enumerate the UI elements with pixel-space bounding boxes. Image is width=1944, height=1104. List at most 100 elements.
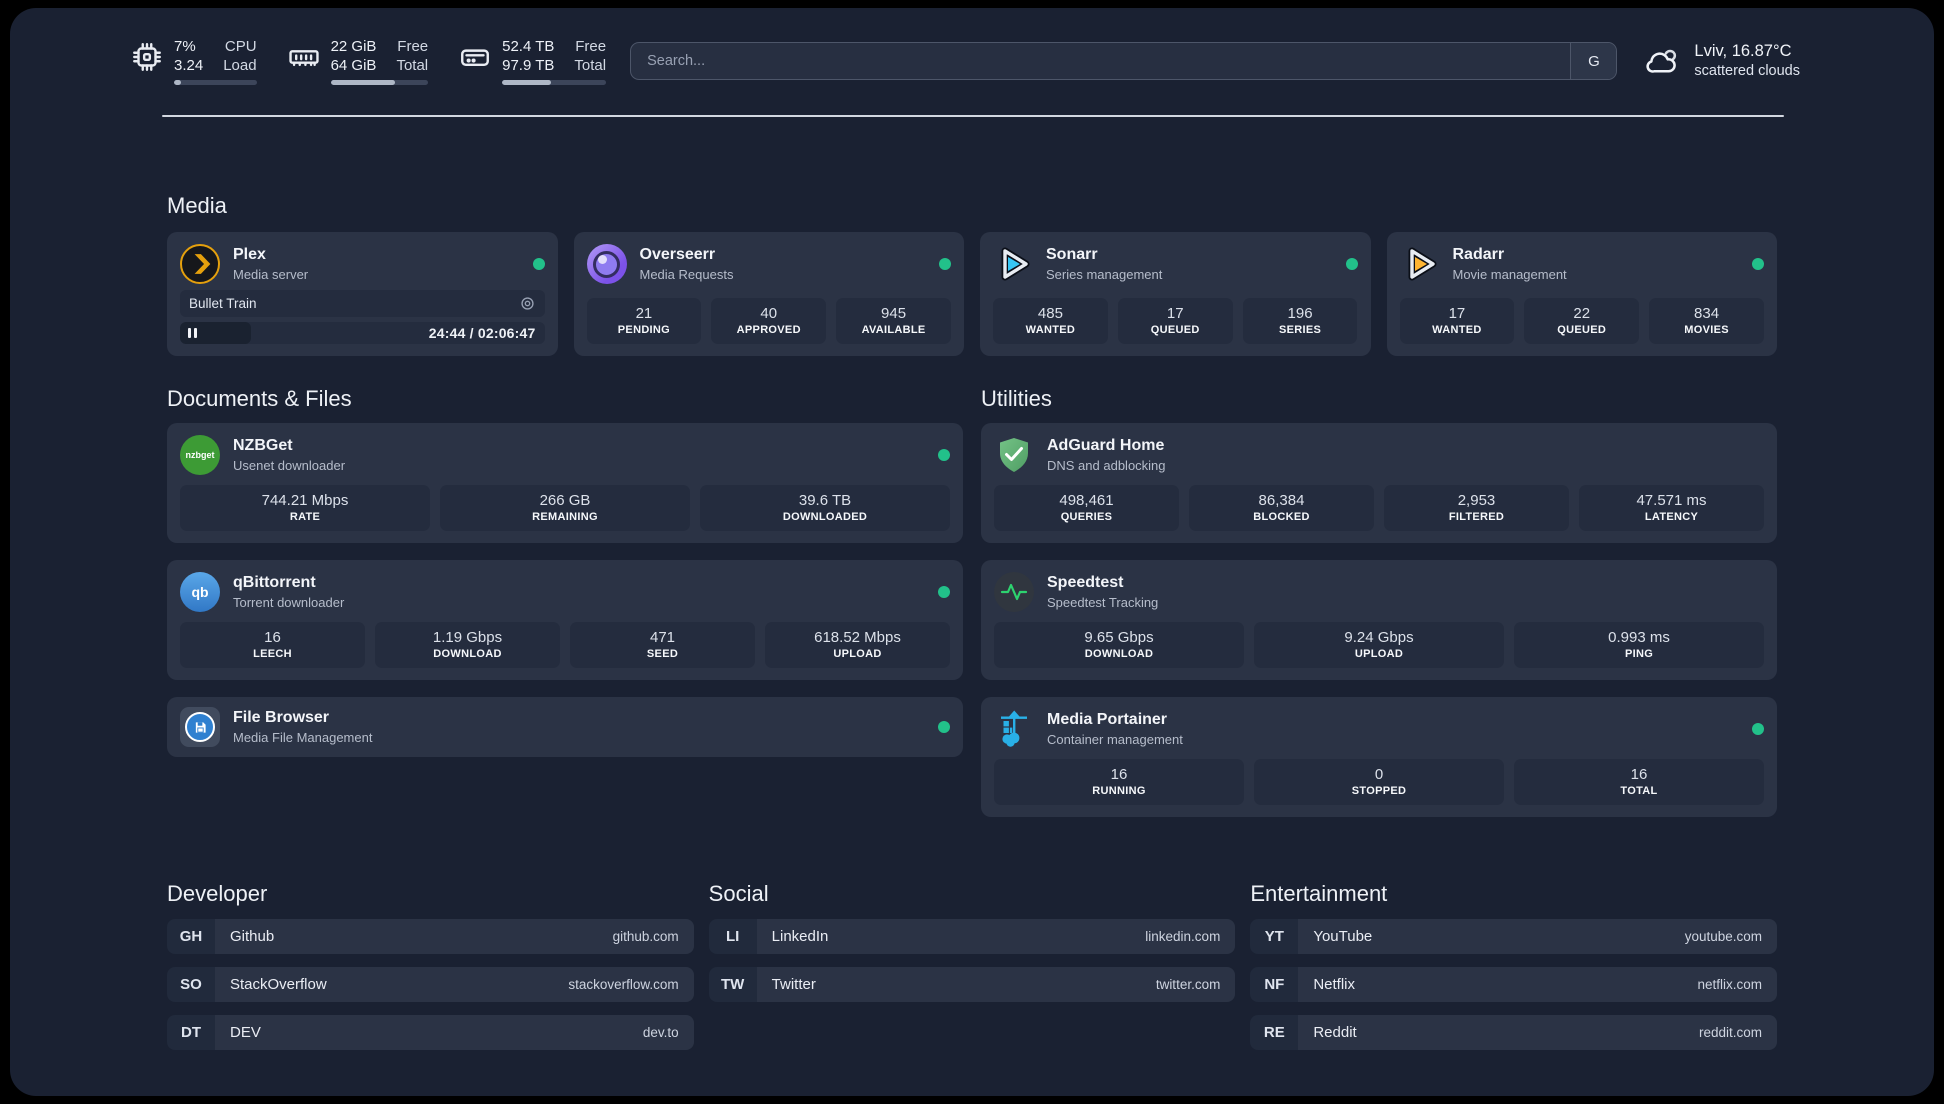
- stat-label: AVAILABLE: [861, 323, 926, 336]
- stat-box: 471 SEED: [570, 622, 755, 668]
- filebrowser-icon: [180, 707, 220, 747]
- card-subtitle: Series management: [1046, 267, 1163, 282]
- stat-box: 0 STOPPED: [1254, 759, 1504, 805]
- stat-box: 266 GB REMAINING: [440, 485, 690, 531]
- card-subtitle: Media File Management: [233, 730, 373, 745]
- bookmark-reddit[interactable]: RE Reddit reddit.com: [1250, 1015, 1777, 1050]
- stat-box: 16 RUNNING: [994, 759, 1244, 805]
- radarr-card[interactable]: Radarr Movie management 17 WANTED 22 QUE…: [1386, 232, 1777, 356]
- stat-value: 196: [1287, 304, 1313, 322]
- nzbget-icon: nzbget: [180, 435, 220, 475]
- card-title: qBittorrent: [233, 574, 316, 591]
- bookmark-linkedin[interactable]: LI LinkedIn linkedin.com: [708, 919, 1236, 954]
- status-online-dot: [939, 258, 951, 270]
- search-input[interactable]: [631, 43, 1571, 79]
- stat-label: PENDING: [617, 323, 671, 336]
- bookmark-abbr: GH: [167, 919, 215, 954]
- stat-value: 618.52 Mbps: [814, 628, 901, 646]
- cpu-icon: [130, 40, 164, 74]
- search-engine-button[interactable]: G: [1570, 43, 1617, 79]
- now-playing-row: Bullet Train: [180, 289, 545, 317]
- stat-value: 471: [649, 628, 676, 646]
- sonarr-icon: [993, 244, 1033, 284]
- stat-box: 2,953 FILTERED: [1384, 485, 1569, 531]
- sonarr-card[interactable]: Sonarr Series management 485 WANTED 17 Q…: [980, 232, 1371, 356]
- bookmark-url: linkedin.com: [1145, 929, 1221, 944]
- bookmark-name: LinkedIn: [771, 928, 829, 945]
- section-title-social: Social: [708, 881, 769, 906]
- stat-value: 266 GB: [539, 491, 591, 509]
- metric-value: 64 GiB: [330, 56, 377, 74]
- header-divider: [162, 115, 1784, 117]
- bookmark-youtube[interactable]: YT YouTube youtube.com: [1250, 919, 1777, 954]
- system-metrics: 7% CPU 3.24 Load 22 GiB Free 64 GiB Tota…: [130, 38, 607, 85]
- stat-value: 485: [1037, 304, 1063, 322]
- bookmark-url: stackoverflow.com: [568, 977, 679, 992]
- card-subtitle: Usenet downloader: [233, 458, 346, 473]
- bookmark-github[interactable]: GH Github github.com: [167, 919, 694, 954]
- bookmark-name: DEV: [230, 1024, 261, 1041]
- plex-icon: [180, 244, 220, 284]
- stat-label: BLOCKED: [1253, 510, 1310, 523]
- bookmark-twitter[interactable]: TW Twitter twitter.com: [708, 967, 1236, 1002]
- status-online-dot: [1345, 258, 1358, 270]
- bookmark-url: twitter.com: [1155, 977, 1221, 992]
- bookmark-column-social: Social LI LinkedIn linkedin.com TW Twitt…: [708, 881, 1236, 1050]
- stat-value: 47.571 ms: [1636, 491, 1707, 509]
- stat-box: 16 TOTAL: [1514, 759, 1764, 805]
- now-playing-title: Bullet Train: [189, 295, 257, 311]
- bookmark-abbr: DT: [167, 1015, 215, 1050]
- stat-label: RUNNING: [1092, 784, 1146, 797]
- metric-label: Total: [396, 56, 429, 74]
- qbittorrent-card[interactable]: qb qBittorrent Torrent downloader 16 LEE…: [167, 560, 963, 680]
- stat-value: 744.21 Mbps: [261, 491, 349, 509]
- stat-label: UPLOAD: [833, 647, 882, 660]
- bookmark-netflix[interactable]: NF Netflix netflix.com: [1250, 967, 1777, 1002]
- stat-box: 744.21 Mbps RATE: [180, 485, 430, 531]
- stat-value: 16: [1630, 765, 1648, 783]
- bookmark-abbr: NF: [1250, 967, 1299, 1002]
- memory-metric: 22 GiB Free 64 GiB Total: [287, 38, 429, 85]
- pause-icon[interactable]: [188, 328, 197, 338]
- bookmark-column-developer: Developer GH Github github.com SO StackO…: [167, 881, 694, 1050]
- adguard-card[interactable]: AdGuard Home DNS and adblocking 498,461 …: [981, 423, 1777, 543]
- overseerr-card[interactable]: Overseerr Media Requests 21 PENDING 40 A…: [573, 232, 964, 356]
- plex-card[interactable]: Plex Media server Bullet Train 24:44 / 0…: [167, 232, 558, 356]
- stat-value: 39.6 TB: [798, 491, 852, 509]
- nzbget-card[interactable]: nzbget NZBGet Usenet downloader 744.21 M…: [167, 423, 963, 543]
- adguard-icon: [994, 435, 1034, 475]
- card-title: Media Portainer: [1047, 711, 1168, 728]
- portainer-card[interactable]: Media Portainer Container management 16 …: [981, 697, 1777, 817]
- stat-box: 834 MOVIES: [1649, 298, 1764, 344]
- card-title: File Browser: [233, 709, 330, 726]
- playback-time: 24:44 / 02:06:47: [428, 325, 536, 341]
- stat-label: PING: [1624, 647, 1654, 660]
- stat-value: 22: [1573, 304, 1591, 322]
- media-card-grid: Plex Media server Bullet Train 24:44 / 0…: [167, 232, 1777, 356]
- filebrowser-card[interactable]: File Browser Media File Management: [167, 697, 963, 757]
- bookmark-abbr: SO: [167, 967, 215, 1002]
- bookmark-stackoverflow[interactable]: SO StackOverflow stackoverflow.com: [167, 967, 694, 1002]
- search-bar: G: [630, 42, 1618, 80]
- stat-value: 2,953: [1457, 491, 1496, 509]
- bookmark-abbr: LI: [708, 919, 757, 954]
- card-subtitle: Torrent downloader: [233, 595, 345, 610]
- gear-icon[interactable]: [519, 295, 536, 312]
- section-title-developer: Developer: [167, 881, 268, 906]
- stat-label: SEED: [646, 647, 679, 660]
- top-bar: 7% CPU 3.24 Load 22 GiB Free 64 GiB Tota…: [10, 8, 1934, 90]
- stat-label: UPLOAD: [1354, 647, 1404, 660]
- section-title-utilities: Utilities: [981, 386, 1052, 411]
- stat-value: 0.993 ms: [1608, 628, 1670, 646]
- bookmark-url: github.com: [612, 929, 679, 944]
- bookmark-dev[interactable]: DT DEV dev.to: [167, 1015, 694, 1050]
- stat-value: 498,461: [1059, 491, 1114, 509]
- bookmark-abbr: TW: [708, 967, 757, 1002]
- dashboard-panel: 7% CPU 3.24 Load 22 GiB Free 64 GiB Tota…: [10, 8, 1934, 1096]
- stat-label: TOTAL: [1620, 784, 1658, 797]
- bookmark-abbr: YT: [1250, 919, 1299, 954]
- stat-box: 618.52 Mbps UPLOAD: [765, 622, 950, 668]
- speedtest-card[interactable]: Speedtest Speedtest Tracking 9.65 Gbps D…: [981, 560, 1777, 680]
- memory-icon: [287, 40, 321, 74]
- overseerr-icon: [586, 244, 627, 284]
